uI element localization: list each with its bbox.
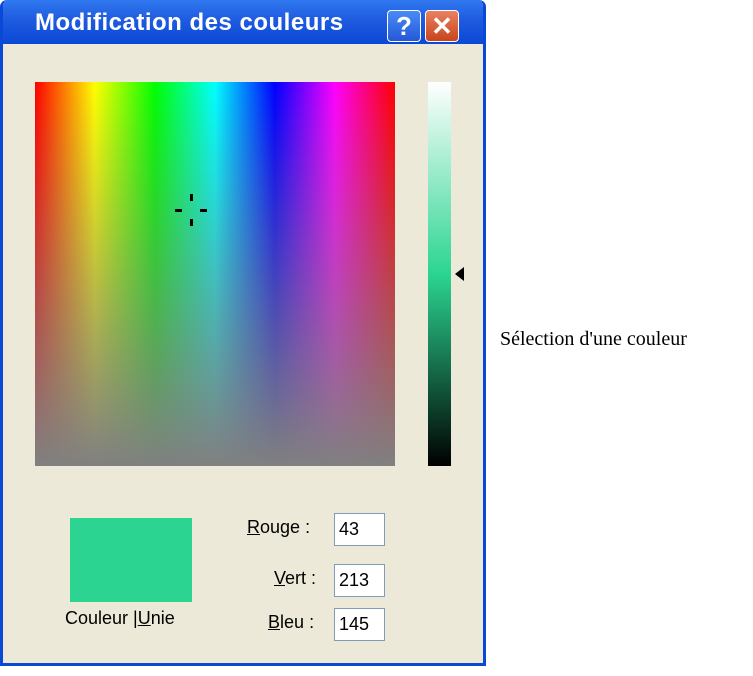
blue-input[interactable]: 145 — [334, 608, 385, 641]
red-label: Rouge : — [247, 517, 311, 537]
green-input[interactable]: 213 — [334, 564, 385, 597]
title-bar[interactable]: Modification des couleurs ? ✕ — [3, 0, 483, 44]
color-spectrum[interactable] — [35, 82, 395, 466]
close-button[interactable]: ✕ — [425, 10, 459, 42]
help-button[interactable]: ? — [387, 10, 421, 42]
luminosity-slider[interactable] — [428, 82, 451, 466]
crosshair-icon — [175, 194, 207, 226]
green-label: Vert : — [274, 568, 317, 588]
blue-label: Bleu : — [268, 612, 315, 632]
red-input[interactable]: 43 — [334, 513, 385, 546]
color-preview-swatch — [70, 518, 192, 602]
color-dialog: Modification des couleurs ? ✕ Couleur |U… — [0, 0, 486, 666]
luminosity-arrow-icon[interactable] — [455, 267, 464, 281]
dialog-title: Modification des couleurs — [35, 9, 344, 36]
solid-color-label[interactable]: Couleur |Unie — [65, 608, 175, 629]
caption-text: Sélection d'une couleur — [500, 328, 687, 350]
